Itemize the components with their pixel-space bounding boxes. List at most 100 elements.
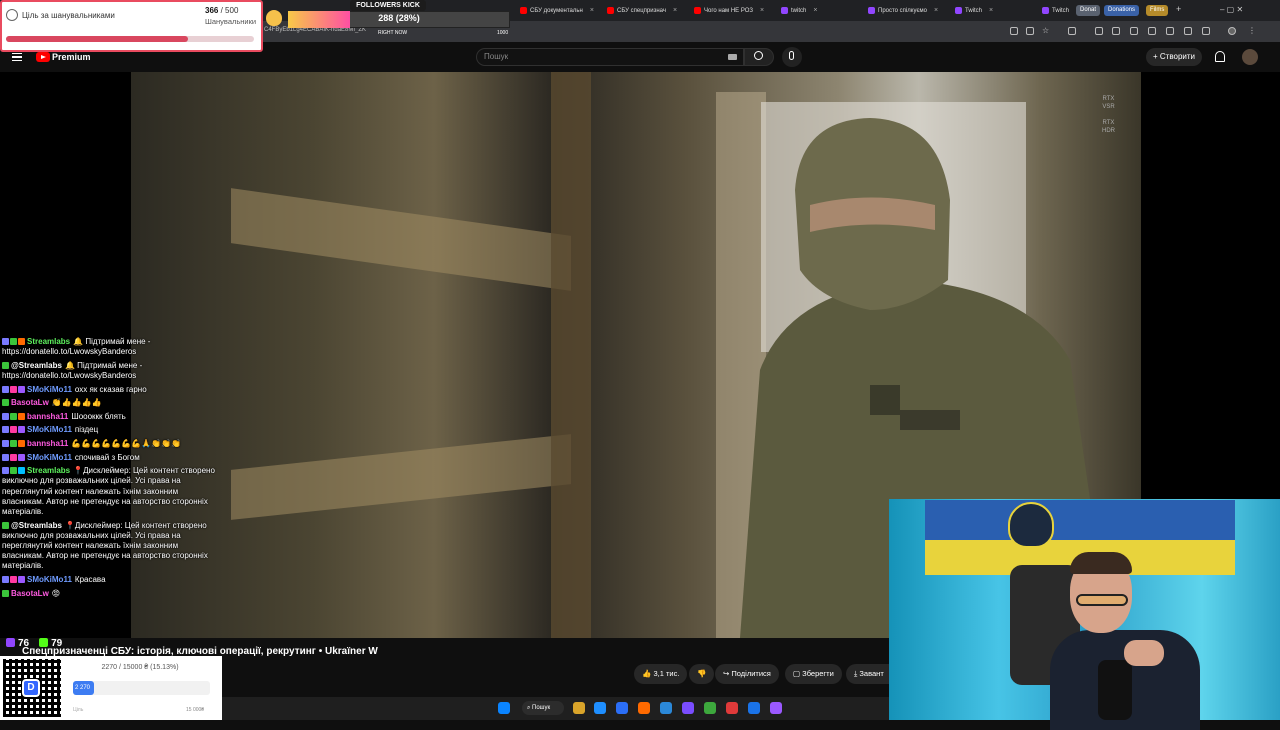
youtube-brand[interactable]: Premium [52, 52, 91, 62]
chat-badges [2, 412, 25, 420]
menu-icon[interactable] [12, 53, 22, 61]
notifications-bell-icon[interactable] [1215, 51, 1225, 62]
badge-icon [18, 338, 25, 345]
extension-icon[interactable] [1130, 27, 1138, 35]
taskbar-search[interactable]: ⌕ Пошук [522, 701, 564, 715]
tab-label: Чого нам НЕ РОЗ [704, 7, 754, 14]
chat-message: SMoKiMo11 охх як сказав гарно [2, 385, 220, 395]
chat-badges [2, 439, 25, 447]
close-icon[interactable]: × [934, 7, 938, 14]
start-icon[interactable] [498, 702, 510, 714]
close-icon[interactable]: × [590, 7, 594, 14]
browser-tab[interactable]: Просто спілкуємо × [868, 3, 951, 18]
chat-message: Streamlabs 📍Дисклеймер: Цей контент створ… [2, 466, 220, 517]
donation-goal-label: Ціль [73, 707, 84, 713]
taskbar-app-icon[interactable] [594, 702, 606, 714]
create-button[interactable]: + Створити [1146, 48, 1202, 66]
followers-title: FOLLOWERS KICK [350, 0, 426, 11]
badge-icon [2, 412, 9, 420]
extension-icon[interactable] [1148, 27, 1156, 35]
taskbar-app-icon[interactable] [682, 702, 694, 714]
chat-text: піздец [74, 425, 99, 435]
taskbar-app-icon[interactable] [770, 702, 782, 714]
mic-icon[interactable] [789, 51, 794, 60]
search-icon[interactable] [754, 51, 763, 60]
chat-username: BasotaLw [11, 588, 49, 598]
save-icon: ▢ [793, 669, 803, 678]
taskbar-app-icon[interactable] [638, 702, 650, 714]
avatar[interactable] [1242, 49, 1258, 65]
eye-off-icon[interactable] [1026, 27, 1034, 35]
taskbar-search-label: Пошук [532, 705, 551, 711]
followers-now-label: RIGHT NOW [378, 30, 408, 36]
chat-username: bannsha11 [27, 438, 69, 448]
extensions-icon[interactable] [1068, 27, 1076, 35]
browser-tab[interactable]: СБУ документальн × [520, 3, 603, 18]
chat-badges [2, 385, 25, 393]
like-button[interactable]: 👍 3,1 тис. [634, 664, 688, 684]
badge-icon [2, 361, 9, 369]
badge-icon [2, 521, 9, 529]
search-input[interactable] [476, 48, 744, 66]
heart-hand-icon [266, 10, 282, 26]
close-icon[interactable]: × [989, 7, 993, 14]
trash-icon[interactable] [1166, 27, 1174, 35]
browser-tab[interactable]: twitch × [781, 3, 864, 18]
youtube-icon [520, 7, 527, 14]
taskbar-app-icon[interactable] [748, 702, 760, 714]
browser-tab[interactable]: СБУ спецпризнач × [607, 3, 690, 18]
taskbar-app-icon[interactable] [616, 702, 628, 714]
chat-text: 💪💪💪💪💪💪💪🙏👏👏👏 [71, 438, 181, 448]
flag-blue-stripe [925, 500, 1235, 540]
taskbar-app-icon[interactable] [704, 702, 716, 714]
new-tab-button[interactable]: + [1176, 4, 1181, 14]
tab-label: СБУ спецпризнач [617, 7, 666, 14]
download-icon[interactable] [1184, 27, 1192, 35]
extension-icon[interactable] [1112, 27, 1120, 35]
download-button[interactable]: ⤓ Завант [846, 664, 890, 684]
youtube-logo-icon[interactable] [36, 52, 50, 62]
keyboard-icon[interactable] [728, 54, 737, 60]
taskbar-app-icon[interactable] [726, 702, 738, 714]
save-button[interactable]: ▢ Зберегти [785, 664, 842, 684]
browser-tab[interactable]: Twitch × [955, 3, 1038, 18]
search-placeholder[interactable]: Пошук [484, 52, 508, 61]
extension-icon[interactable] [1095, 27, 1103, 35]
badge-icon [2, 589, 9, 597]
badge-icon [10, 338, 17, 345]
dislike-button[interactable]: 👎 [689, 664, 715, 684]
download-label: Завант [859, 669, 884, 678]
chat-message: SMoKiMo11 спочивай з Богом [2, 453, 220, 463]
extension-icon[interactable] [1202, 27, 1210, 35]
badge-icon [2, 426, 9, 434]
chat-username: Streamlabs [27, 337, 71, 346]
pinned-tab[interactable]: Films [1146, 5, 1169, 16]
close-icon[interactable]: × [760, 7, 764, 14]
badge-icon [10, 385, 17, 393]
star-icon[interactable]: ☆ [1042, 27, 1050, 35]
badge-icon [10, 412, 17, 420]
emblem-icon [1008, 502, 1054, 548]
pinned-tab[interactable]: Donat [1076, 5, 1101, 16]
taskbar-app-icon[interactable] [660, 702, 672, 714]
tab-label: twitch [791, 7, 807, 14]
browser-tab[interactable]: Чого нам НЕ РОЗ × [694, 3, 777, 18]
chat-username: Streamlabs [27, 466, 71, 476]
window-controls[interactable]: – ▢ ✕ [1220, 5, 1243, 14]
pinned-tab[interactable]: Donations [1104, 5, 1140, 16]
badge-icon [10, 426, 17, 434]
close-icon[interactable]: × [813, 7, 817, 14]
chat-badges [2, 338, 25, 345]
chat-badges [2, 361, 9, 369]
badge-icon [10, 439, 17, 447]
chat-message: bannsha11 Шоооккк блять [2, 412, 220, 422]
chat-username: SMoKiMo11 [27, 574, 72, 584]
close-icon[interactable]: × [673, 7, 677, 14]
more-icon[interactable]: ⋮ [1248, 27, 1256, 35]
share-button[interactable]: ↪ Поділитися [715, 664, 779, 684]
profile-icon[interactable] [1228, 27, 1236, 35]
chat-overlay: Streamlabs 🔔 Підтримай мене - https://don… [2, 337, 220, 602]
taskbar-app-icon[interactable] [573, 702, 585, 714]
twitch-icon [6, 638, 15, 647]
cast-icon[interactable] [1010, 27, 1018, 35]
